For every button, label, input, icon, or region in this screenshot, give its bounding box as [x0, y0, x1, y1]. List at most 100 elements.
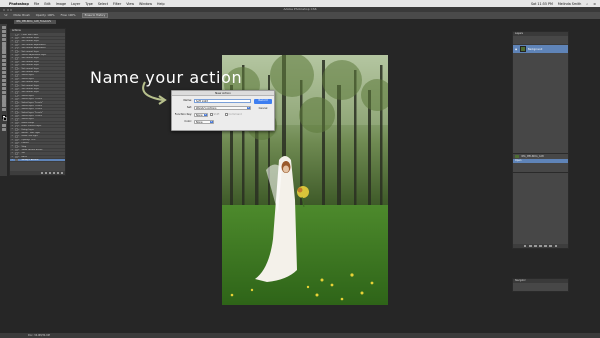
disclosure-triangle-icon[interactable]: ▸: [19, 64, 21, 66]
toggle-check-icon[interactable]: ✓: [12, 115, 15, 117]
dialog-toggle-box[interactable]: [15, 114, 18, 118]
toggle-check-icon[interactable]: ✓: [12, 88, 15, 90]
disclosure-triangle-icon[interactable]: ▸: [19, 142, 21, 144]
toggle-check-icon[interactable]: ✓: [12, 122, 15, 124]
disclosure-triangle-icon[interactable]: ▸: [19, 102, 21, 104]
brush-tool-icon[interactable]: [1, 54, 6, 58]
stop-recording-icon[interactable]: [40, 171, 43, 175]
new-action-icon[interactable]: [56, 171, 59, 175]
toggle-check-icon[interactable]: ✓: [12, 132, 15, 134]
new-layer-icon[interactable]: [549, 244, 552, 248]
disclosure-triangle-icon[interactable]: ▸: [19, 37, 21, 39]
toggle-check-icon[interactable]: ✓: [12, 78, 15, 80]
disclosure-triangle-icon[interactable]: ▸: [19, 61, 21, 63]
dialog-toggle-box[interactable]: [15, 33, 18, 36]
dialog-toggle-box[interactable]: [15, 67, 18, 70]
zoom-window-icon[interactable]: [10, 8, 12, 11]
dialog-toggle-box[interactable]: [15, 111, 18, 114]
link-icon[interactable]: [523, 244, 527, 248]
toggle-check-icon[interactable]: ✓: [12, 111, 15, 113]
trash-icon[interactable]: [60, 171, 63, 175]
edit-toolbar-icon[interactable]: [1, 107, 6, 111]
adjustment-icon[interactable]: [539, 244, 542, 248]
toggle-check-icon[interactable]: ✓: [12, 149, 15, 151]
disclosure-triangle-icon[interactable]: ▸: [19, 78, 21, 80]
cancel-button[interactable]: Cancel: [254, 107, 272, 112]
eye-icon[interactable]: ◉: [515, 48, 518, 51]
menu-file[interactable]: File: [34, 2, 40, 6]
background-color-swatch[interactable]: [2, 116, 7, 121]
toggle-check-icon[interactable]: ✓: [12, 84, 15, 86]
dialog-toggle-box[interactable]: [15, 80, 18, 84]
dialog-toggle-box[interactable]: [15, 97, 18, 101]
toggle-check-icon[interactable]: ✓: [12, 67, 15, 69]
marquee-tool-icon[interactable]: [1, 30, 6, 34]
dialog-toggle-box[interactable]: [15, 108, 18, 111]
toggle-check-icon[interactable]: ✓: [12, 54, 15, 56]
dialog-toggle-box[interactable]: [15, 84, 18, 87]
pen-tool-icon[interactable]: [1, 83, 6, 87]
disclosure-triangle-icon[interactable]: ▸: [19, 71, 21, 73]
disclosure-triangle-icon[interactable]: ▸: [19, 81, 21, 83]
move-tool-icon[interactable]: [1, 26, 6, 30]
toggle-check-icon[interactable]: ✓: [12, 125, 15, 127]
disclosure-triangle-icon[interactable]: ▸: [19, 135, 21, 137]
toggle-check-icon[interactable]: ✓: [12, 128, 15, 130]
dialog-toggle-box[interactable]: [15, 152, 18, 155]
option-mode[interactable]: Mode: Brush: [13, 14, 29, 17]
dialog-toggle-box[interactable]: [15, 43, 18, 46]
toggle-check-icon[interactable]: ✓: [12, 81, 15, 83]
blur-tool-icon[interactable]: [1, 74, 6, 79]
layer-row-background[interactable]: ◉ Background: [513, 45, 568, 53]
disclosure-triangle-icon[interactable]: ▸: [19, 159, 21, 161]
color-select[interactable]: None ▾: [194, 119, 214, 124]
disclosure-triangle-icon[interactable]: ▸: [19, 108, 21, 110]
minimize-window-icon[interactable]: [6, 8, 9, 11]
toggle-check-icon[interactable]: ✓: [12, 91, 15, 93]
disclosure-triangle-icon[interactable]: ▸: [19, 132, 21, 134]
path-selection-tool-icon[interactable]: [1, 91, 6, 95]
folder-icon[interactable]: [544, 244, 547, 248]
user-name[interactable]: Melinda Smith: [558, 2, 582, 6]
dialog-toggle-box[interactable]: [15, 87, 18, 91]
toggle-check-icon[interactable]: ✓: [12, 152, 15, 154]
toggle-check-icon[interactable]: ✓: [12, 135, 15, 137]
document-tab[interactable]: IMG_MELINDA_CAB_FAAAAVS: [14, 20, 56, 24]
dialog-toggle-box[interactable]: [15, 138, 18, 141]
disclosure-triangle-icon[interactable]: ▸: [19, 152, 21, 154]
toggle-check-icon[interactable]: ✓: [12, 101, 15, 103]
dialog-toggle-box[interactable]: [15, 36, 18, 40]
disclosure-triangle-icon[interactable]: ▸: [19, 95, 21, 97]
menu-image[interactable]: Image: [56, 2, 66, 6]
menu-app-name[interactable]: Photoshop: [9, 2, 29, 6]
toggle-check-icon[interactable]: ✓: [12, 57, 15, 59]
dialog-toggle-box[interactable]: [15, 128, 18, 131]
toggle-check-icon[interactable]: ✓: [12, 74, 15, 76]
erase-to-history-toggle[interactable]: Erase to History: [81, 13, 109, 18]
disclosure-triangle-icon[interactable]: ▸: [19, 129, 21, 131]
disclosure-triangle-icon[interactable]: ▸: [19, 54, 21, 56]
dialog-toggle-box[interactable]: [15, 57, 18, 60]
history-brush-tool-icon[interactable]: [1, 62, 6, 66]
dialog-toggle-box[interactable]: [15, 70, 18, 74]
toggle-check-icon[interactable]: ✓: [12, 105, 15, 107]
navigator-panel-tab[interactable]: Navigator: [513, 279, 568, 283]
disclosure-triangle-icon[interactable]: ▸: [19, 156, 21, 158]
menu-view[interactable]: View: [126, 2, 134, 6]
dialog-toggle-box[interactable]: [15, 158, 18, 162]
set-select[interactable]: Wendy's Actions ▾: [194, 105, 251, 110]
toggle-check-icon[interactable]: ✓: [12, 159, 15, 161]
disclosure-triangle-icon[interactable]: ▸: [19, 47, 21, 49]
disclosure-triangle-icon[interactable]: ▸: [19, 139, 21, 141]
menu-layer[interactable]: Layer: [71, 2, 80, 6]
menu-window[interactable]: Window: [139, 2, 152, 6]
disclosure-triangle-icon[interactable]: ▸: [19, 51, 21, 53]
close-window-icon[interactable]: [3, 8, 5, 11]
disclosure-triangle-icon[interactable]: ▸: [19, 34, 21, 36]
shift-checkbox[interactable]: [210, 113, 213, 116]
disclosure-triangle-icon[interactable]: ▸: [19, 98, 21, 100]
dialog-toggle-box[interactable]: [15, 148, 18, 152]
eraser-tool-icon[interactable]: [1, 66, 6, 70]
dialog-toggle-box[interactable]: [15, 125, 18, 128]
healing-tool-icon[interactable]: [1, 50, 6, 54]
